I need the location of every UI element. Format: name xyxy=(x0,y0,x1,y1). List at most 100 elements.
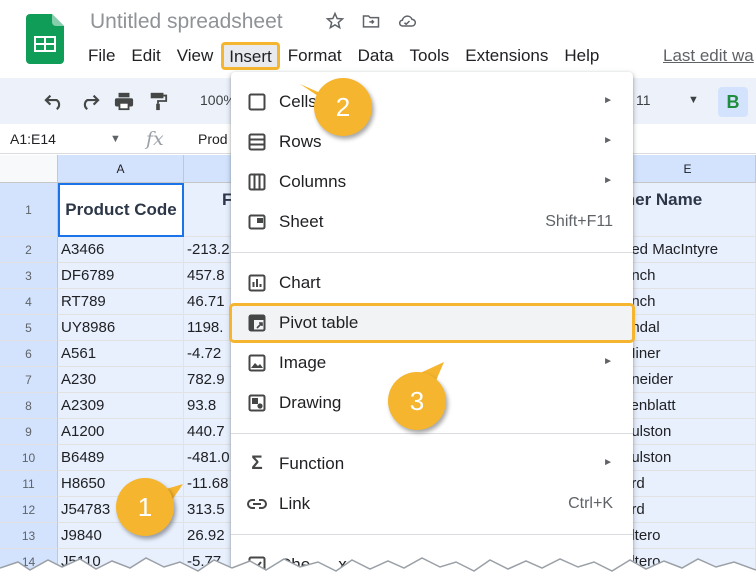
cloud-status-icon[interactable] xyxy=(396,10,418,32)
cell-customer-name[interactable]: ord xyxy=(620,497,756,523)
insert-chart-label: Chart xyxy=(279,273,321,292)
star-icon[interactable] xyxy=(324,10,346,32)
submenu-arrow-icon: ► xyxy=(603,95,613,106)
font-size-field[interactable]: 11 xyxy=(636,92,651,108)
column-header-a[interactable]: A xyxy=(58,155,184,183)
select-all-corner[interactable] xyxy=(0,155,58,183)
menu-edit[interactable]: Edit xyxy=(123,42,168,70)
submenu-arrow-icon: ► xyxy=(603,356,613,367)
callout-step-3: 3 xyxy=(388,372,446,430)
insert-menu: Cells ► Rows ► Columns ► Sheet Shift+F11… xyxy=(229,72,635,582)
row-header[interactable]: 7 xyxy=(0,367,58,393)
insert-columns-item[interactable]: Columns ► xyxy=(231,162,633,202)
menu-format[interactable]: Format xyxy=(280,42,350,70)
cells-icon xyxy=(247,92,267,112)
insert-drawing-label: Drawing xyxy=(279,393,342,412)
row-header[interactable]: 6 xyxy=(0,341,58,367)
cell-customer-name[interactable]: hed MacIntyre xyxy=(620,237,756,263)
insert-link-item[interactable]: Link Ctrl+K xyxy=(231,484,633,524)
row-header[interactable]: 1 xyxy=(0,183,58,237)
font-size-dropdown-icon[interactable]: ▼ xyxy=(688,94,699,106)
insert-cells-label: Cells xyxy=(279,92,317,111)
name-box[interactable]: A1:E14 xyxy=(10,131,56,147)
row-header[interactable]: 12 xyxy=(0,497,58,523)
insert-pivot-table-label: Pivot table xyxy=(279,313,359,332)
cell-customer-name[interactable]: ench xyxy=(620,263,756,289)
cell-customer-name[interactable]: endal xyxy=(620,315,756,341)
cell-customer-name[interactable]: Miner xyxy=(620,341,756,367)
torn-paper-edge xyxy=(0,557,756,582)
formula-input[interactable]: Prod xyxy=(198,131,228,147)
submenu-arrow-icon: ► xyxy=(603,135,613,146)
menu-divider xyxy=(231,433,633,434)
cell-customer-name[interactable]: ord xyxy=(620,471,756,497)
insert-link-label: Link xyxy=(279,494,311,513)
insert-function-item[interactable]: Σ Function ► xyxy=(231,444,633,484)
sheet-icon xyxy=(247,212,267,232)
document-title[interactable]: Untitled spreadsheet xyxy=(90,10,283,34)
column-header-e[interactable]: E xyxy=(620,155,756,183)
row-header[interactable]: 10 xyxy=(0,445,58,471)
image-icon xyxy=(247,353,267,373)
callout-step-2: 2 xyxy=(314,78,372,136)
header-cell-customer-name[interactable]: mer Name xyxy=(620,183,756,237)
cell-product-code[interactable]: UY8986 xyxy=(58,315,184,341)
rows-icon xyxy=(247,132,267,152)
last-edit-link[interactable]: Last edit wa xyxy=(663,46,754,66)
bold-button[interactable]: B xyxy=(718,87,748,117)
insert-cells-item[interactable]: Cells ► xyxy=(231,82,633,122)
paint-format-icon[interactable] xyxy=(146,90,170,112)
menu-data[interactable]: Data xyxy=(350,42,402,70)
cell-product-code[interactable]: B6489 xyxy=(58,445,184,471)
cell-customer-name[interactable]: ench xyxy=(620,289,756,315)
drawing-icon xyxy=(247,393,267,413)
cell-product-code[interactable]: A1200 xyxy=(58,419,184,445)
redo-icon[interactable] xyxy=(78,90,102,112)
cell-product-code[interactable]: A3466 xyxy=(58,237,184,263)
move-to-folder-icon[interactable] xyxy=(360,10,382,32)
submenu-arrow-icon: ► xyxy=(603,457,613,468)
insert-function-label: Function xyxy=(279,454,345,473)
header-cell-product-code[interactable]: Product Code xyxy=(58,183,184,237)
cell-product-code[interactable]: A2309 xyxy=(58,393,184,419)
row-header[interactable]: 9 xyxy=(0,419,58,445)
menu-tools[interactable]: Tools xyxy=(402,42,458,70)
row-header[interactable]: 4 xyxy=(0,289,58,315)
row-header[interactable]: 2 xyxy=(0,237,58,263)
cell-customer-name[interactable]: oulston xyxy=(620,445,756,471)
insert-chart-item[interactable]: Chart xyxy=(231,263,633,303)
row-header[interactable]: 11 xyxy=(0,471,58,497)
insert-rows-item[interactable]: Rows ► xyxy=(231,122,633,162)
shortcut-label: Shift+F11 xyxy=(545,213,613,230)
undo-icon[interactable] xyxy=(42,90,66,112)
pivot-table-icon xyxy=(247,313,267,333)
menu-bar: File Edit View Insert Format Data Tools … xyxy=(80,42,607,70)
row-header[interactable]: 8 xyxy=(0,393,58,419)
shortcut-label: Ctrl+K xyxy=(568,495,613,512)
sheets-logo[interactable] xyxy=(26,14,64,64)
row-header[interactable]: 3 xyxy=(0,263,58,289)
menu-help[interactable]: Help xyxy=(556,42,607,70)
sigma-icon: Σ xyxy=(251,453,263,474)
cell-customer-name[interactable]: oulston xyxy=(620,419,756,445)
menu-extensions[interactable]: Extensions xyxy=(457,42,556,70)
insert-image-label: Image xyxy=(279,353,327,372)
menu-view[interactable]: View xyxy=(169,42,222,70)
name-box-dropdown-icon[interactable]: ▼ xyxy=(110,133,121,145)
cell-product-code[interactable]: RT789 xyxy=(58,289,184,315)
print-icon[interactable] xyxy=(112,90,136,112)
link-icon xyxy=(247,494,267,514)
insert-pivot-table-item[interactable]: Pivot table xyxy=(229,303,635,343)
menu-insert[interactable]: Insert xyxy=(221,42,280,70)
cell-customer-name[interactable]: senblatt xyxy=(620,393,756,419)
cell-product-code[interactable]: DF6789 xyxy=(58,263,184,289)
insert-sheet-item[interactable]: Sheet Shift+F11 xyxy=(231,202,633,242)
menu-file[interactable]: File xyxy=(80,42,123,70)
row-header[interactable]: 5 xyxy=(0,315,58,341)
insert-columns-label: Columns xyxy=(279,172,347,191)
callout-step-1: 1 xyxy=(116,478,174,536)
cell-product-code[interactable]: A561 xyxy=(58,341,184,367)
cell-customer-name[interactable]: hneider xyxy=(620,367,756,393)
submenu-arrow-icon: ► xyxy=(603,175,613,186)
cell-product-code[interactable]: A230 xyxy=(58,367,184,393)
